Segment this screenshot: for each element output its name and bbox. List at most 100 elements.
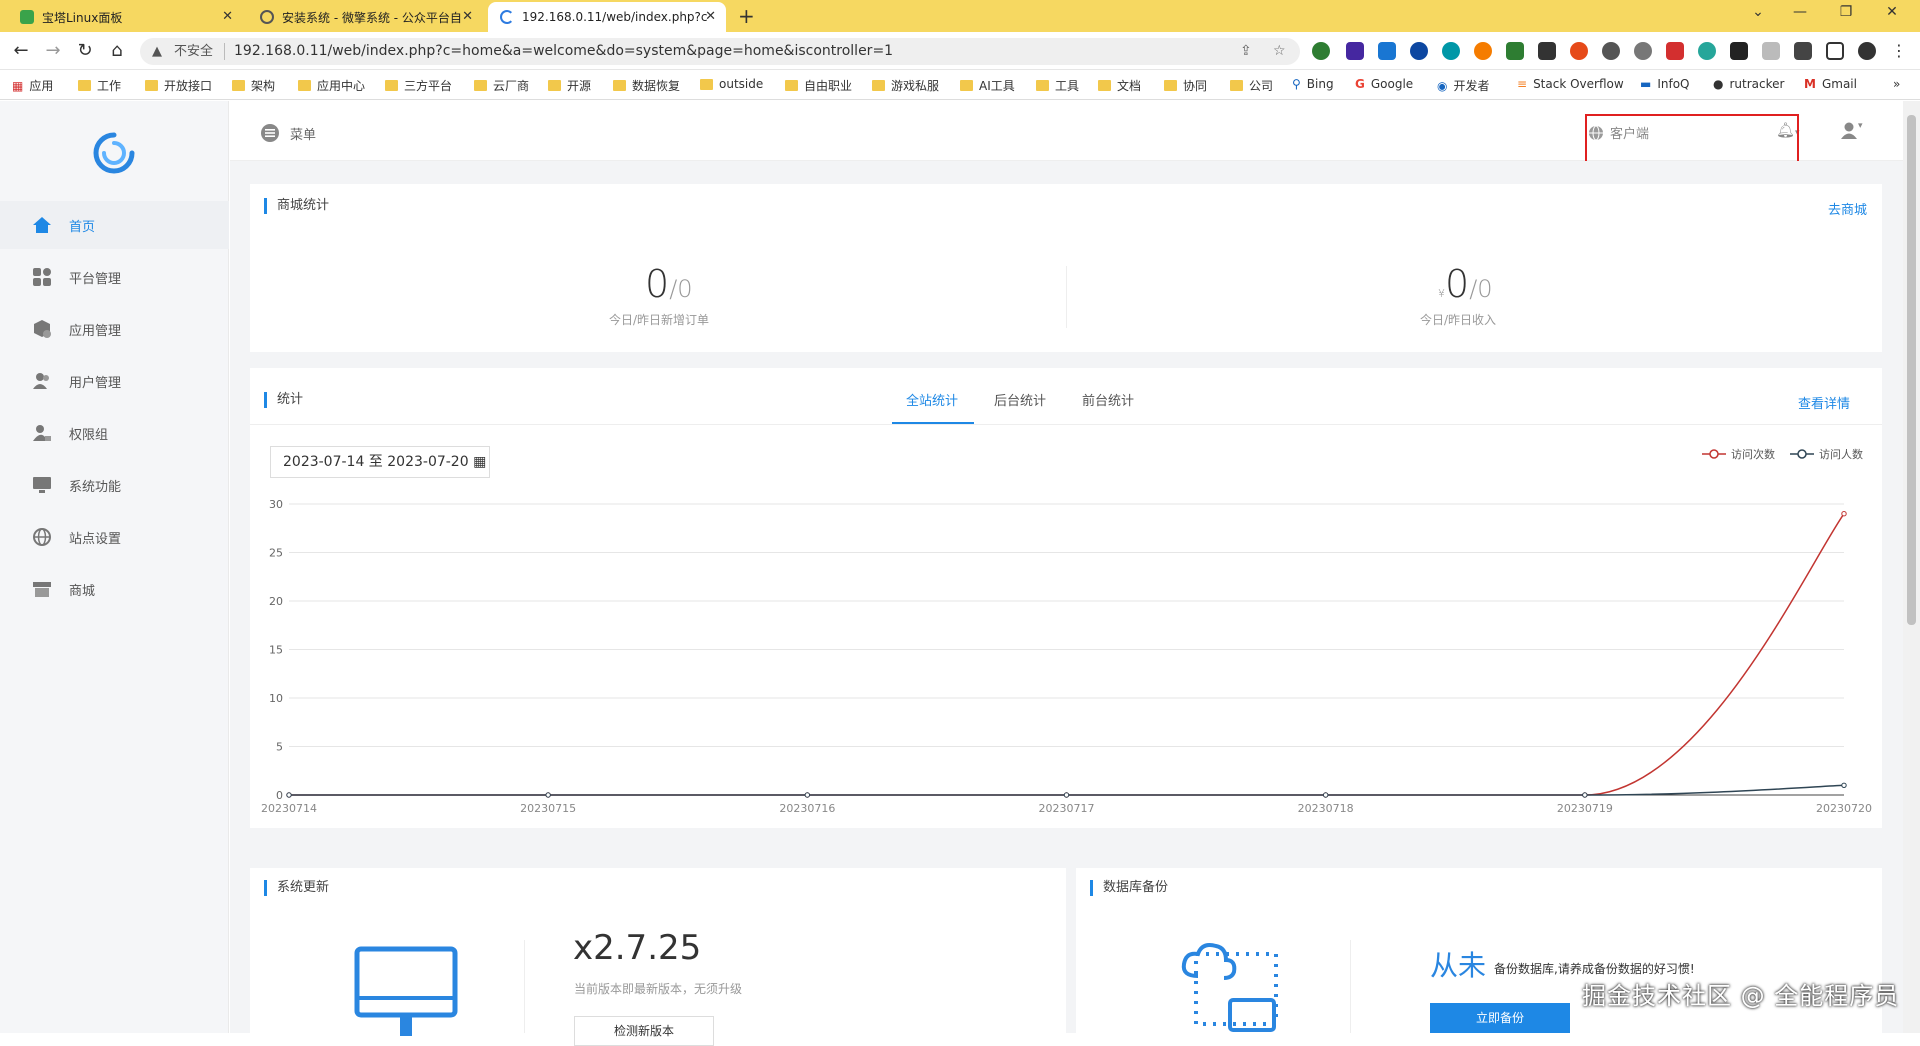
- legend-label: 访问人数: [1819, 448, 1863, 461]
- bookmark-folder[interactable]: 工具: [1036, 77, 1079, 94]
- calendar-icon: ▦: [473, 454, 487, 470]
- rutracker-icon: ●: [1713, 77, 1724, 91]
- check-update-button[interactable]: 检测新版本: [574, 1016, 714, 1046]
- bookmarks-overflow-icon[interactable]: »: [1893, 77, 1900, 91]
- bookmark-google[interactable]: G Google: [1355, 77, 1413, 91]
- extension-icon[interactable]: [1442, 42, 1460, 60]
- y-tick-label: 25: [269, 547, 283, 560]
- bookmark-folder[interactable]: 应用中心: [298, 77, 365, 94]
- extension-icon[interactable]: [1698, 42, 1716, 60]
- restore-icon[interactable]: ❐: [1826, 4, 1866, 26]
- sidebar-item-site-settings[interactable]: 站点设置: [0, 513, 229, 561]
- folder-icon: [1036, 80, 1049, 91]
- close-window-icon[interactable]: ✕: [1872, 4, 1912, 26]
- close-icon[interactable]: ✕: [462, 9, 473, 24]
- apps-grid-icon: ▦: [12, 78, 24, 93]
- x-tick-label: 20230718: [1298, 802, 1354, 815]
- extension-icon[interactable]: [1378, 42, 1396, 60]
- scrollbar[interactable]: [1903, 101, 1920, 1033]
- bookmark-infoq[interactable]: ▬ InfoQ: [1640, 77, 1690, 91]
- view-details-link[interactable]: 查看详情: [1798, 393, 1850, 412]
- puzzle-icon[interactable]: [1794, 42, 1812, 60]
- legend-item[interactable]: 访问人数: [1790, 446, 1863, 462]
- extension-icon[interactable]: [1346, 42, 1364, 60]
- go-store-link[interactable]: 去商城: [1828, 199, 1867, 218]
- sidebar-item-label: 首页: [69, 219, 96, 235]
- extension-icon[interactable]: [1410, 42, 1428, 60]
- extension-icon[interactable]: [1570, 42, 1588, 60]
- tab-admin-stats[interactable]: 后台统计: [994, 390, 1046, 409]
- menu-toggle[interactable]: 菜单: [260, 123, 316, 143]
- extension-icon[interactable]: [1666, 42, 1684, 60]
- bookmark-folder[interactable]: 架构: [232, 77, 275, 94]
- back-icon[interactable]: ←: [10, 40, 32, 62]
- sidebar-item-platform[interactable]: 平台管理: [0, 253, 229, 301]
- browser-tab[interactable]: 宝塔Linux面板 ✕: [8, 2, 243, 32]
- close-icon[interactable]: ✕: [705, 9, 716, 24]
- date-range-picker[interactable]: 2023-07-14 至 2023-07-20 ▦: [270, 446, 490, 478]
- date-range-text: 2023-07-14 至 2023-07-20: [283, 454, 469, 470]
- chevron-down-icon[interactable]: ⌄: [1738, 4, 1778, 26]
- sidebar-item-store[interactable]: 商城: [0, 565, 229, 613]
- watermark: 掘金技术社区 @ 全能程序员: [1582, 982, 1900, 1010]
- sidebar-item-home[interactable]: 首页: [0, 201, 229, 249]
- sidebar-item-apps[interactable]: 应用管理: [0, 305, 229, 353]
- bookmark-folder[interactable]: 工作: [78, 77, 121, 94]
- browser-tab[interactable]: 安装系统 - 微擎系统 - 公众平台自 ✕: [248, 2, 483, 32]
- home-icon[interactable]: ⌂: [106, 40, 128, 62]
- tab-front-stats[interactable]: 前台统计: [1082, 390, 1134, 409]
- bookmark-bing[interactable]: ⚲ Bing: [1292, 77, 1334, 91]
- bookmark-developer[interactable]: ◉ 开发者: [1437, 77, 1490, 94]
- avatar[interactable]: [1858, 42, 1876, 60]
- close-icon[interactable]: ✕: [222, 9, 233, 24]
- legend-label: 访问次数: [1731, 448, 1775, 461]
- minimize-icon[interactable]: —: [1780, 4, 1820, 26]
- bookmark-folder[interactable]: 公司: [1230, 77, 1273, 94]
- extension-icon[interactable]: [1538, 42, 1556, 60]
- bookmark-folder[interactable]: 游戏私服: [872, 77, 939, 94]
- reload-icon[interactable]: ↻: [74, 40, 96, 62]
- sidebar-item-users[interactable]: 用户管理: [0, 357, 229, 405]
- bookmark-folder[interactable]: outside: [700, 77, 763, 91]
- forward-icon[interactable]: →: [42, 40, 64, 62]
- share-icon[interactable]: ⇪: [1240, 38, 1252, 65]
- sidebar-item-permissions[interactable]: 权限组: [0, 409, 229, 457]
- star-icon[interactable]: ☆: [1273, 38, 1286, 65]
- folder-icon: [613, 80, 626, 91]
- bookmark-gmail[interactable]: M Gmail: [1804, 77, 1857, 91]
- backup-now-button[interactable]: 立即备份: [1430, 1003, 1570, 1033]
- bookmark-folder[interactable]: 自由职业: [785, 77, 852, 94]
- bookmark-stackoverflow[interactable]: ≡ Stack Overflow: [1517, 77, 1624, 91]
- bookmark-folder[interactable]: 协同: [1164, 77, 1207, 94]
- gmail-icon: M: [1804, 77, 1816, 91]
- folder-icon: [1230, 80, 1243, 91]
- bookmark-folder[interactable]: AI工具: [960, 77, 1015, 94]
- bookmark-folder[interactable]: 开放接口: [145, 77, 212, 94]
- sidepanel-icon[interactable]: [1826, 42, 1844, 60]
- extension-icon[interactable]: [1730, 42, 1748, 60]
- user-icon[interactable]: ▾: [1840, 121, 1863, 143]
- y-tick-label: 30: [269, 498, 283, 511]
- browser-tab-active[interactable]: 192.168.0.11/web/index.php?c ✕: [488, 2, 726, 32]
- extension-icon[interactable]: [1602, 42, 1620, 60]
- more-menu-icon[interactable]: ⋮: [1888, 40, 1910, 62]
- bookmark-folder[interactable]: 三方平台: [385, 77, 452, 94]
- bookmark-folder[interactable]: 开源: [548, 77, 591, 94]
- tab-site-stats[interactable]: 全站统计: [906, 390, 958, 409]
- extension-icon[interactable]: [1762, 42, 1780, 60]
- bookmark-folder[interactable]: 文档: [1098, 77, 1141, 94]
- legend-item[interactable]: 访问次数: [1702, 446, 1775, 462]
- bookmark-folder[interactable]: 数据恢复: [613, 77, 680, 94]
- extension-icon[interactable]: [1634, 42, 1652, 60]
- bookmark-rutracker[interactable]: ● rutracker: [1713, 77, 1784, 91]
- scrollbar-thumb[interactable]: [1907, 115, 1916, 625]
- bookmark-folder[interactable]: 云厂商: [474, 77, 529, 94]
- sidebar-item-label: 站点设置: [69, 531, 122, 547]
- address-bar[interactable]: ▲ 不安全 192.168.0.11/web/index.php?c=home&…: [140, 38, 1300, 65]
- new-tab-button[interactable]: +: [738, 4, 755, 28]
- extension-icon[interactable]: [1474, 42, 1492, 60]
- sidebar-item-system[interactable]: 系统功能: [0, 461, 229, 509]
- bookmark-apps[interactable]: ▦ 应用: [12, 77, 53, 94]
- extension-icon[interactable]: [1312, 42, 1330, 60]
- extension-icon[interactable]: [1506, 42, 1524, 60]
